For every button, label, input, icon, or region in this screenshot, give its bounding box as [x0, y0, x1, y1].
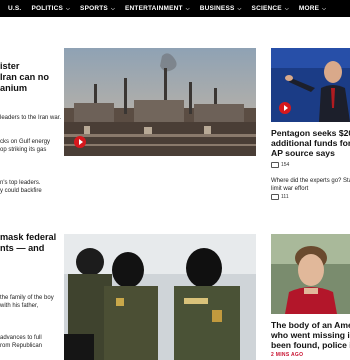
left-blurb-2a[interactable]: cks on Gulf energy [0, 138, 62, 146]
left-blurb-5b[interactable]: rom Republican [0, 342, 62, 350]
left-blurb-4b[interactable]: with his father, [0, 302, 62, 310]
pentagon-photo[interactable] [271, 48, 350, 122]
nav-item-label: U.S. [8, 5, 22, 12]
story2-comments[interactable]: 111 [271, 194, 289, 200]
comment-icon [271, 162, 279, 168]
missing-person-photo-art [271, 234, 350, 314]
story3-timestamp: 2 MINS AGO [271, 352, 304, 358]
story2-comment-count: 111 [281, 194, 289, 200]
nav-item-label: SCIENCE [251, 5, 282, 12]
nav-item-label: BUSINESS [199, 5, 235, 12]
story3-title-line2[interactable]: who went missing in [271, 330, 350, 340]
video-play-icon[interactable] [74, 136, 86, 148]
nav-item-more[interactable]: MORE ⌵ [299, 5, 326, 12]
nav-item-us[interactable]: U.S. [8, 5, 21, 12]
left-headline-1[interactable]: ister Iran can no anium [0, 61, 62, 94]
nav-item-business[interactable]: BUSINESS ⌵ [200, 5, 242, 12]
refinery-photo[interactable] [64, 48, 256, 156]
left-blurb-1[interactable]: leaders to the Iran war. [0, 114, 62, 122]
left-blurb-4a[interactable]: the family of the boy [0, 294, 62, 302]
nav-item-label: SPORTS [80, 5, 108, 12]
nav-item-science[interactable]: SCIENCE ⌵ [252, 5, 289, 12]
chevron-down-icon: ⌵ [284, 5, 289, 12]
refinery-photo-art [64, 48, 256, 156]
nav-item-label: MORE [298, 5, 320, 12]
left-blurb-2b[interactable]: op striking its gas [0, 146, 62, 154]
story1-title-line2[interactable]: additional funds for [271, 138, 350, 148]
video-play-icon-2[interactable] [279, 102, 291, 114]
chevron-down-icon: ⌵ [66, 5, 71, 12]
left-blurb-5a[interactable]: advances to full [0, 334, 62, 342]
chevron-down-icon: ⌵ [110, 5, 115, 12]
left-blurb-3a[interactable]: n's top leaders. [0, 179, 62, 187]
story2-title-line1[interactable]: Where did the experts go? Sta [271, 177, 350, 185]
nav-item-sports[interactable]: SPORTS ⌵ [80, 5, 115, 12]
story3-title-line3[interactable]: been found, police in [271, 340, 350, 350]
agents-photo[interactable] [64, 234, 256, 360]
top-navigation: U.S. POLITICS ⌵ SPORTS ⌵ ENTERTAINMENT ⌵ BUSINE… [0, 0, 350, 17]
chevron-down-icon: ⌵ [322, 5, 327, 12]
chevron-down-icon: ⌵ [237, 5, 242, 12]
comment-icon-2 [271, 194, 279, 200]
story1-comment-count: 154 [281, 162, 290, 168]
story1-comments[interactable]: 154 [271, 162, 289, 168]
story1-title-line3[interactable]: AP source says [271, 148, 350, 158]
missing-person-photo[interactable] [271, 234, 350, 314]
story1-title-line1[interactable]: Pentagon seeks $200 [271, 128, 350, 138]
left-headline-2[interactable]: mask federal nts — and [0, 232, 62, 254]
agents-photo-art [64, 234, 256, 360]
nav-item-politics[interactable]: POLITICS ⌵ [31, 5, 70, 12]
chevron-down-icon: ⌵ [185, 5, 190, 12]
left-blurb-3b[interactable]: y could backfire [0, 187, 62, 195]
story3-title-line1[interactable]: The body of an Amer [271, 320, 350, 330]
nav-item-entertainment[interactable]: ENTERTAINMENT ⌵ [125, 5, 190, 12]
nav-item-label: ENTERTAINMENT [124, 5, 183, 12]
story2-title-line2[interactable]: limit war effort [271, 185, 350, 193]
nav-item-label: POLITICS [31, 5, 64, 12]
